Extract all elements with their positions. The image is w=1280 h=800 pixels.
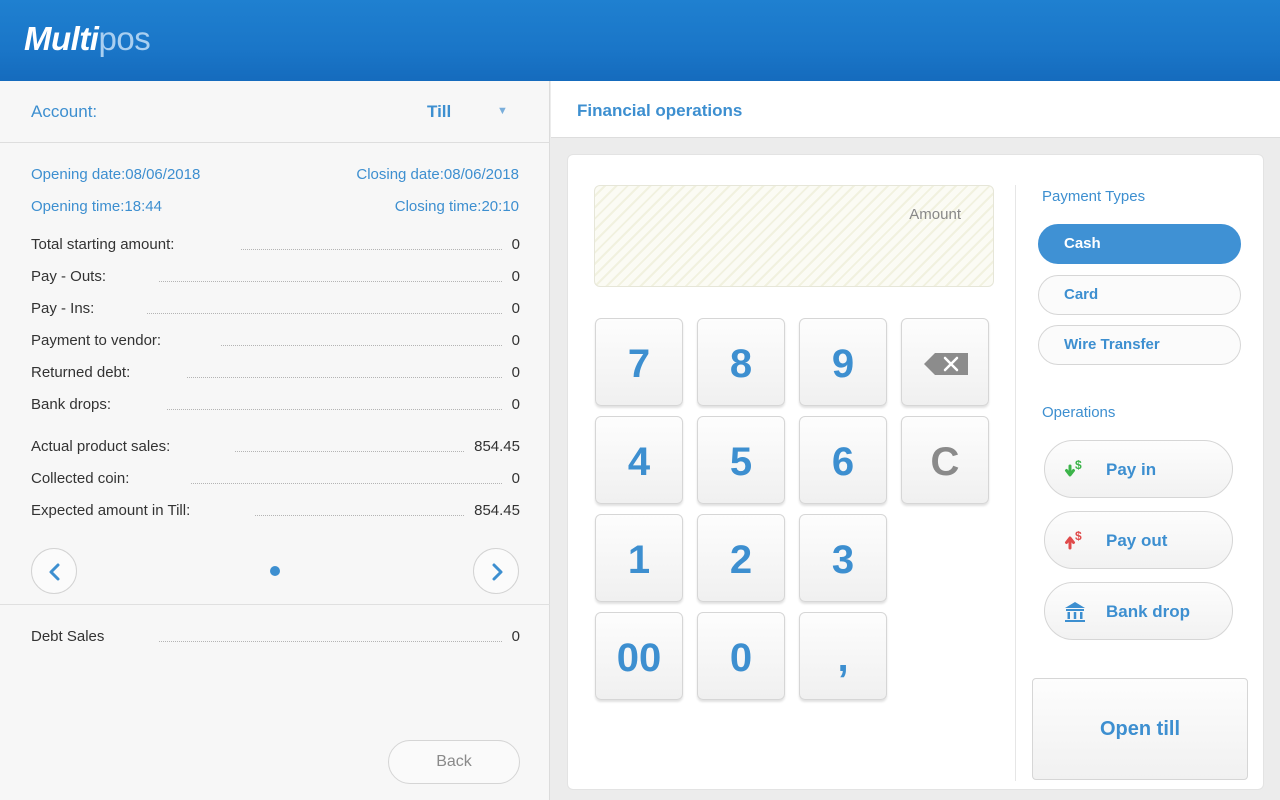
payment-type-cash[interactable]: Cash xyxy=(1038,224,1241,264)
payment-type-wire-transfer[interactable]: Wire Transfer xyxy=(1038,325,1241,365)
key-comma[interactable]: , xyxy=(799,612,887,700)
backspace-icon xyxy=(924,353,968,375)
row-label: Bank drops: xyxy=(31,396,112,413)
payment-types-title: Payment Types xyxy=(1042,188,1146,205)
open-till-button[interactable]: Open till xyxy=(1032,678,1248,780)
next-page-button[interactable] xyxy=(473,548,519,594)
row-value: 0 xyxy=(511,470,520,487)
svg-text:$: $ xyxy=(1075,529,1082,543)
summary-row: Total starting amount: 0 xyxy=(31,236,520,256)
dotted-leader xyxy=(255,515,464,516)
closing-date: Closing date:08/06/2018 xyxy=(356,166,519,183)
key-8[interactable]: 8 xyxy=(697,318,785,406)
summary-row: Collected coin: 0 xyxy=(31,470,520,490)
page-indicator-dot xyxy=(270,566,280,576)
key-2[interactable]: 2 xyxy=(697,514,785,602)
page-title: Financial operations xyxy=(577,101,743,120)
key-00[interactable]: 00 xyxy=(595,612,683,700)
dotted-leader xyxy=(235,451,464,452)
debt-sales-row: Debt Sales 0 xyxy=(31,628,520,648)
backspace-key[interactable] xyxy=(901,318,989,406)
key-0[interactable]: 0 xyxy=(697,612,785,700)
pay-in-label: Pay in xyxy=(1106,460,1157,479)
row-value: 0 xyxy=(511,364,520,381)
row-label: Returned debt: xyxy=(31,364,131,381)
summary-row: Actual product sales: 854.45 xyxy=(31,438,520,458)
key-5[interactable]: 5 xyxy=(697,416,785,504)
row-value: 854.45 xyxy=(474,502,520,519)
svg-text:$: $ xyxy=(1075,458,1082,472)
opening-time: Opening time:18:44 xyxy=(31,198,162,215)
key-6[interactable]: 6 xyxy=(799,416,887,504)
row-label: Actual product sales: xyxy=(31,438,171,455)
chevron-left-icon xyxy=(49,563,60,581)
summary-row: Bank drops: 0 xyxy=(31,396,520,416)
summary-row: Payment to vendor: 0 xyxy=(31,332,520,352)
dotted-leader xyxy=(241,249,502,250)
money-out-icon: $ xyxy=(1065,529,1082,550)
dotted-leader xyxy=(159,641,502,642)
row-value: 0 xyxy=(511,236,520,253)
row-value: 0 xyxy=(511,268,520,285)
row-label: Pay - Ins: xyxy=(31,300,95,317)
account-value[interactable]: Till xyxy=(427,102,451,122)
dotted-leader xyxy=(187,377,502,378)
dotted-leader xyxy=(191,483,502,484)
summary-row: Expected amount in Till: 854.45 xyxy=(31,502,520,522)
opening-date: Opening date:08/06/2018 xyxy=(31,166,201,183)
row-label: Debt Sales xyxy=(31,628,105,645)
section-header: Financial operations xyxy=(551,81,1280,138)
bank-icon xyxy=(1065,602,1085,622)
dropdown-caret-icon[interactable]: ▼ xyxy=(497,105,508,117)
payment-type-card[interactable]: Card xyxy=(1038,275,1241,315)
prev-page-button[interactable] xyxy=(31,548,77,594)
logo-bold: Multi xyxy=(24,20,99,57)
row-value: 0 xyxy=(511,300,520,317)
row-value: 0 xyxy=(511,628,520,645)
pay-out-button[interactable]: $ Pay out xyxy=(1044,511,1233,569)
dotted-leader xyxy=(167,409,502,410)
amount-placeholder: Amount xyxy=(909,206,961,223)
row-label: Collected coin: xyxy=(31,470,130,487)
closing-time: Closing time:20:10 xyxy=(394,198,519,215)
account-label: Account: xyxy=(31,102,98,121)
chevron-right-icon xyxy=(492,563,503,581)
amount-input[interactable]: Amount xyxy=(594,185,994,287)
back-button[interactable]: Back xyxy=(388,740,520,784)
clear-key[interactable]: C xyxy=(901,416,989,504)
key-9[interactable]: 9 xyxy=(799,318,887,406)
key-7[interactable]: 7 xyxy=(595,318,683,406)
row-label: Expected amount in Till: xyxy=(31,502,191,519)
summary-row: Returned debt: 0 xyxy=(31,364,520,384)
logo-light: pos xyxy=(98,20,151,57)
row-label: Pay - Outs: xyxy=(31,268,107,285)
dotted-leader xyxy=(221,345,502,346)
row-label: Payment to vendor: xyxy=(31,332,162,349)
dotted-leader xyxy=(159,281,502,282)
key-4[interactable]: 4 xyxy=(595,416,683,504)
till-summary-panel: Account: Till ▼ Opening date:08/06/2018 … xyxy=(0,81,550,800)
key-1[interactable]: 1 xyxy=(595,514,683,602)
row-label: Total starting amount: xyxy=(31,236,175,253)
account-selector[interactable]: Account: Till ▼ xyxy=(0,81,550,143)
key-3[interactable]: 3 xyxy=(799,514,887,602)
bank-drop-label: Bank drop xyxy=(1106,602,1191,621)
bank-drop-button[interactable]: Bank drop xyxy=(1044,582,1233,640)
row-value: 0 xyxy=(511,396,520,413)
pay-out-label: Pay out xyxy=(1106,531,1168,550)
row-value: 854.45 xyxy=(474,438,520,455)
section-divider xyxy=(0,604,550,605)
summary-row: Pay - Ins: 0 xyxy=(31,300,520,320)
app-header: Multipos xyxy=(0,0,1280,81)
summary-row: Pay - Outs: 0 xyxy=(31,268,520,288)
dotted-leader xyxy=(147,313,502,314)
multipos-logo: Multipos xyxy=(24,20,151,58)
column-divider xyxy=(1015,185,1016,781)
pay-in-button[interactable]: $ Pay in xyxy=(1044,440,1233,498)
operations-title: Operations xyxy=(1042,404,1116,421)
row-value: 0 xyxy=(511,332,520,349)
money-in-icon: $ xyxy=(1065,458,1082,477)
